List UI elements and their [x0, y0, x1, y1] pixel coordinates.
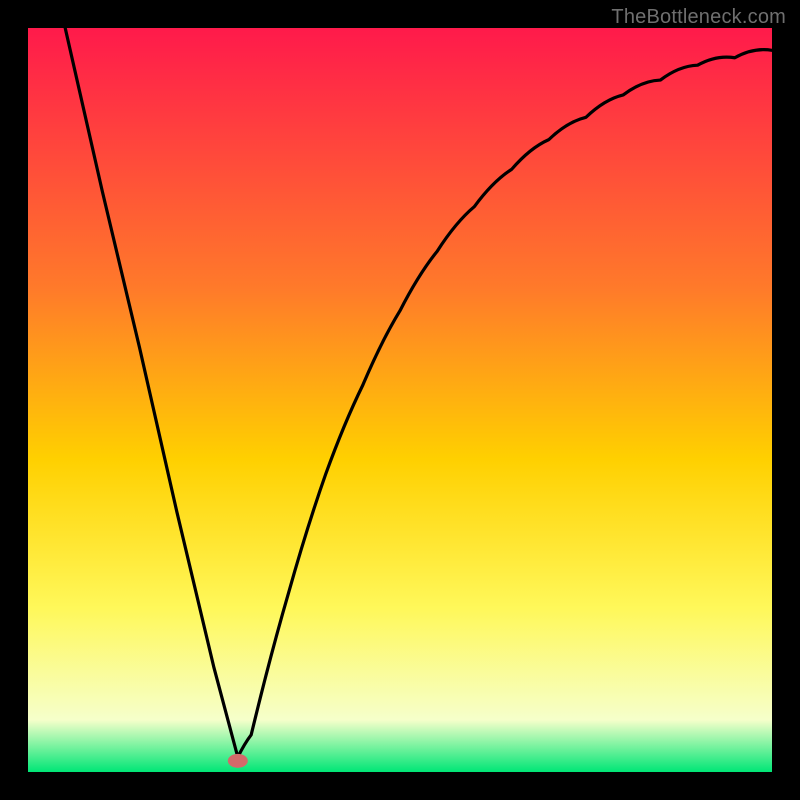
chart-frame: TheBottleneck.com [0, 0, 800, 800]
optimum-marker [228, 754, 248, 768]
bottleneck-chart [28, 28, 772, 772]
watermark-text: TheBottleneck.com [611, 6, 786, 29]
gradient-background [28, 28, 772, 772]
plot-area [28, 28, 772, 772]
